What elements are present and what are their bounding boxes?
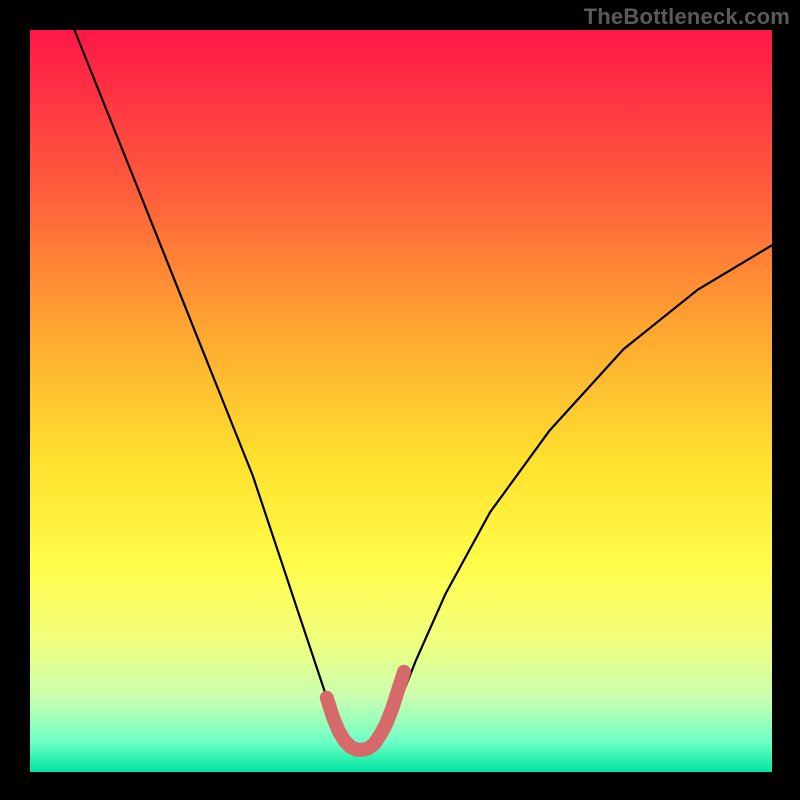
curve-svg <box>30 30 772 772</box>
plot-area <box>30 30 772 772</box>
watermark-text: TheBottleneck.com <box>584 4 790 30</box>
bottleneck-curve <box>75 30 773 750</box>
optimal-region-highlight <box>327 672 404 750</box>
chart-frame: TheBottleneck.com <box>0 0 800 800</box>
